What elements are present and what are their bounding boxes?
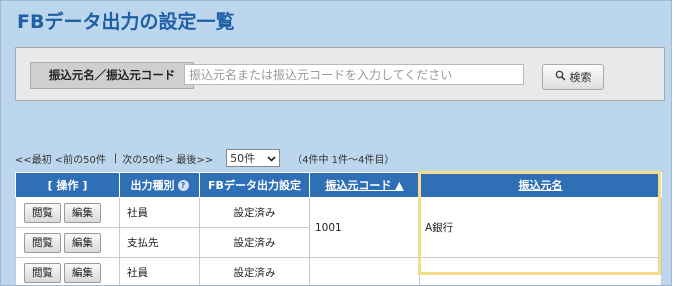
- pager-separator: |: [113, 152, 118, 164]
- row-actions: 閲覧 編集: [15, 257, 120, 285]
- edit-button[interactable]: 編集: [64, 262, 101, 283]
- header-type: 出力種別?: [119, 172, 200, 198]
- status-cell: 設定済み: [199, 197, 310, 228]
- search-panel: 振込元名／振込元コード 検索: [15, 47, 665, 101]
- name-cell: A銀行: [419, 197, 662, 258]
- header-code-sort-link[interactable]: 振込元コード ▲: [309, 172, 420, 198]
- row-actions: 閲覧 編集: [15, 197, 120, 228]
- code-cell: [309, 257, 420, 285]
- pager: <<最初 <前の50件 | 次の50件> 最後>> 50件 （4件中 1件～4件…: [15, 147, 394, 169]
- search-field-label: 振込元名／振込元コード: [30, 62, 194, 89]
- settings-table: [ 操作 ] 出力種別? FBデータ出力設定 振込元コード ▲ 振込元名 閲覧編…: [15, 172, 662, 285]
- edit-button[interactable]: 編集: [64, 232, 101, 253]
- edit-button[interactable]: 編集: [64, 202, 101, 223]
- pager-range: （4件中 1件～4件目）: [292, 154, 395, 166]
- page-title: FBデータ出力の設定一覧: [17, 11, 235, 33]
- page-size-select[interactable]: 50件: [226, 149, 281, 167]
- view-button[interactable]: 閲覧: [24, 202, 61, 223]
- header-type-label: 出力種別: [130, 179, 175, 192]
- help-icon[interactable]: ?: [177, 180, 189, 191]
- search-input[interactable]: [184, 64, 524, 85]
- pager-first-link[interactable]: <<最初: [15, 151, 52, 166]
- view-button[interactable]: 閲覧: [24, 262, 61, 283]
- row-actions: 閲覧 編集: [15, 227, 120, 258]
- code-cell: 1001: [309, 197, 420, 258]
- table-row: 閲覧 編集 社員 設定済み: [15, 257, 662, 285]
- type-cell: 社員: [119, 257, 200, 285]
- search-icon: [555, 70, 566, 84]
- table-row: 閲覧 編集 社員 設定済み 1001 A銀行: [15, 197, 662, 258]
- pager-last-link[interactable]: 最後>>: [176, 151, 213, 166]
- search-button-label: 検索: [569, 71, 592, 84]
- header-status: FBデータ出力設定: [199, 172, 310, 198]
- pager-prev-link[interactable]: <前の50件: [55, 151, 106, 166]
- header-name-sort-link[interactable]: 振込元名: [419, 172, 662, 198]
- type-cell: 社員: [119, 197, 200, 228]
- type-cell: 支払先: [119, 227, 200, 258]
- header-ops: [ 操作 ]: [15, 172, 120, 198]
- status-cell: 設定済み: [199, 257, 310, 285]
- chevron-down-icon: [267, 152, 276, 165]
- pager-next-link[interactable]: 次の50件>: [122, 151, 173, 166]
- status-cell: 設定済み: [199, 227, 310, 258]
- view-button[interactable]: 閲覧: [24, 232, 61, 253]
- content-frame: FBデータ出力の設定一覧 振込元名／振込元コード 検索 <<最初 <前の50件 …: [0, 0, 672, 286]
- name-cell: [419, 257, 662, 285]
- search-button[interactable]: 検索: [542, 64, 604, 90]
- table-header-row: [ 操作 ] 出力種別? FBデータ出力設定 振込元コード ▲ 振込元名: [15, 172, 662, 198]
- page-size-value: 50件: [230, 152, 256, 165]
